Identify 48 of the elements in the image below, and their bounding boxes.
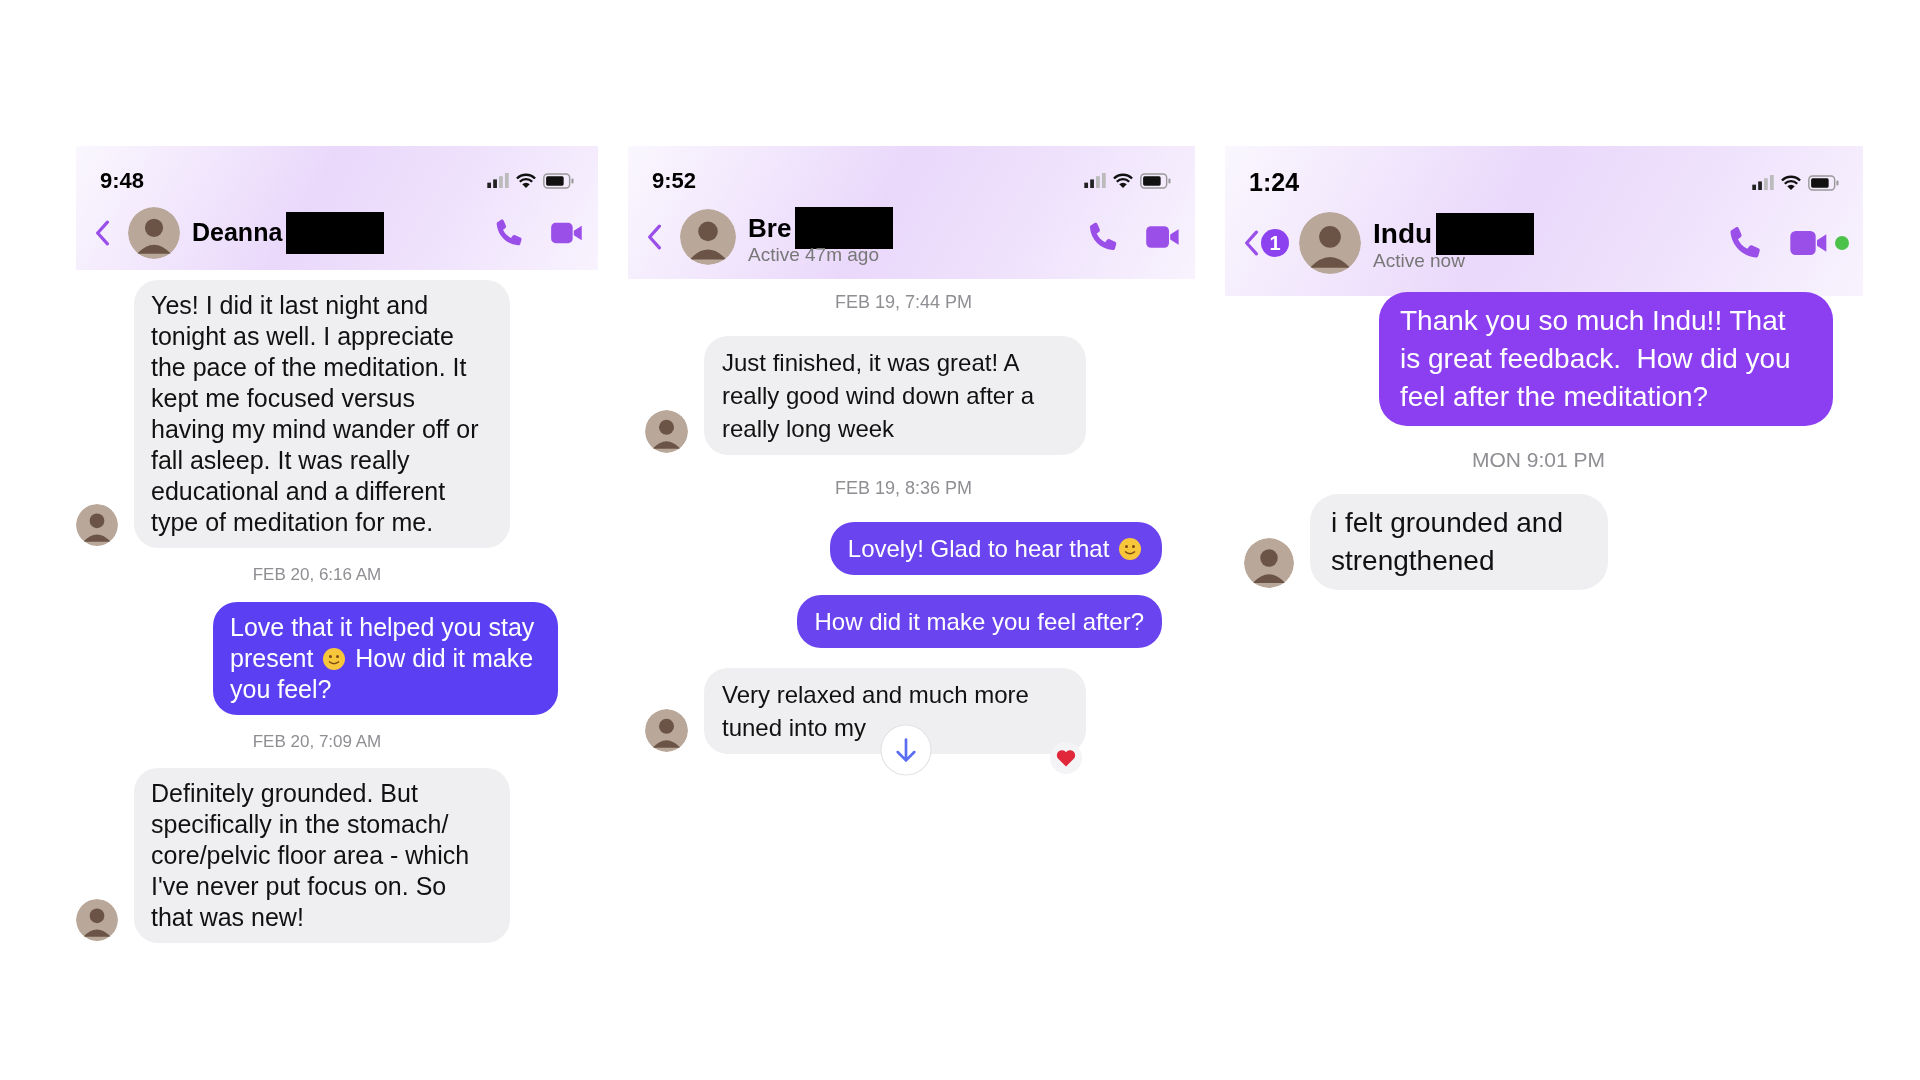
message-timestamp: FEB 19, 7:44 PM (834, 291, 973, 314)
message-text: Definitely grounded. But specifically in the stomach/ core/pelvic floor area - which I've never put focus on. So that was new! (151, 779, 471, 931)
smiley-icon (322, 646, 347, 671)
signal-icon (1084, 173, 1106, 188)
avatar-icon (76, 504, 118, 546)
battery-icon (543, 172, 574, 189)
contact-name: Deanna (192, 217, 283, 249)
contact-name: Bre (748, 211, 792, 245)
message-timestamp: FEB 19, 8:36 PM (834, 477, 973, 500)
avatar-icon (645, 410, 688, 453)
signal-icon (487, 173, 509, 188)
chevron-icon (646, 223, 662, 250)
chevron-icon (94, 220, 110, 246)
wifi-icon (1112, 172, 1134, 189)
chevron-icon (1243, 229, 1259, 256)
message-timestamp: MON 9:01 PM (1471, 447, 1605, 473)
avatar-icon (128, 207, 180, 259)
scroll-down-button[interactable] (880, 724, 932, 776)
smiley-icon (1118, 537, 1142, 561)
status-time: 9:48 (100, 167, 145, 195)
wifi-icon (1780, 174, 1802, 191)
status-time: 9:52 (652, 167, 697, 195)
active-status: Active 47m ago (748, 243, 880, 267)
message-text: Very relaxed and much more tuned into my (722, 681, 1030, 741)
signal-icon (1752, 175, 1774, 191)
message-text: How did it make you feel after? (814, 608, 1144, 635)
message-text: Love that it helped you stay (230, 612, 535, 641)
message-text: Thank you so much Indu!! That is great feedback. How did you feel after the meditation? (1400, 305, 1792, 412)
avatar-icon (1299, 211, 1361, 274)
avatar-icon (645, 709, 688, 752)
message-text: you feel? (230, 674, 332, 703)
avatar-icon (1244, 537, 1294, 588)
message-timestamp: FEB 20, 7:09 AM (252, 730, 382, 753)
message-text: present (230, 643, 314, 672)
message-timestamp: FEB 20, 6:16 AM (252, 564, 382, 586)
back-button[interactable]: 1 (1235, 228, 1289, 257)
avatar-icon (680, 208, 736, 265)
message-text: Lovely! Glad to hear that (847, 535, 1110, 562)
message-text: Just finished, it was great! A really good wind down after a really long week (722, 349, 1036, 442)
wifi-icon (515, 172, 537, 189)
avatar-icon (76, 899, 118, 941)
status-time: 1:24 (1249, 167, 1300, 198)
message-text: How did it make (355, 643, 534, 672)
unread-badge: 1 (1261, 228, 1289, 257)
message-text: i felt grounded and strengthened (1331, 506, 1564, 576)
message-text: Yes! I did it last night and tonight as well. I appreciate the pace of the meditation. It kept me focused versus having my mind wander off or fall asleep. It was really educational and a different type of meditation for me. (151, 291, 480, 536)
battery-icon (1808, 174, 1839, 191)
battery-icon (1140, 172, 1171, 189)
